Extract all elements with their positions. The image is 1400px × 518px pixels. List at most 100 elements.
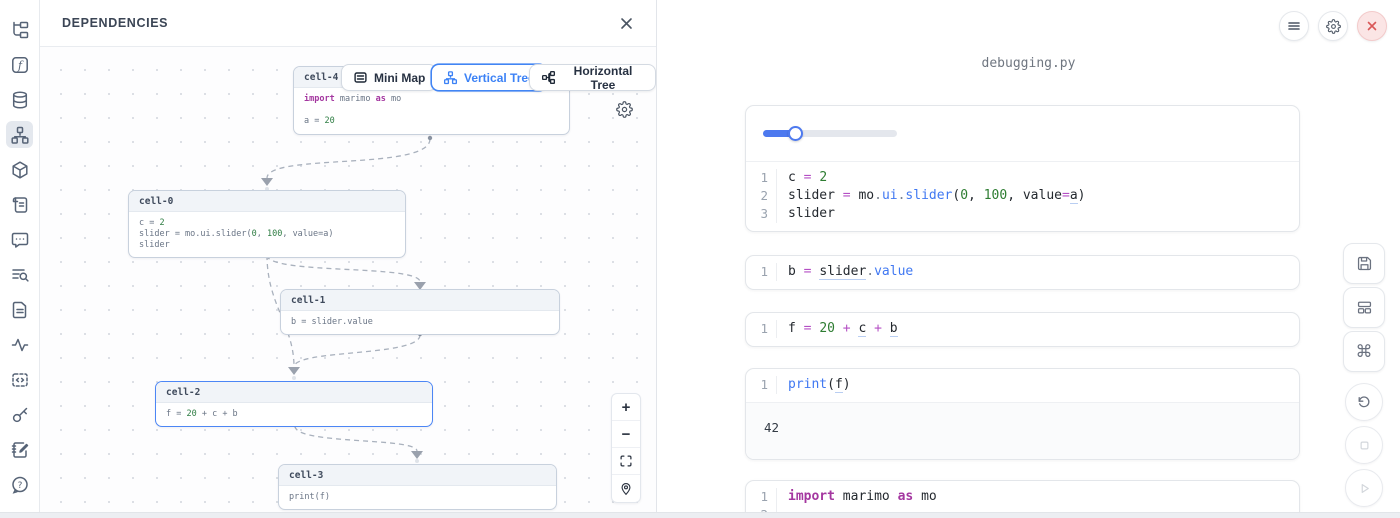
code-editor[interactable]: 1c = 22slider = mo.ui.slider(0, 100, val… (746, 162, 1299, 231)
package-icon (10, 160, 30, 180)
bottom-status-strip (0, 512, 1400, 518)
node-code: c = 2slider = mo.ui.slider(0, 100, value… (129, 212, 405, 257)
settings-button[interactable] (1318, 11, 1348, 41)
sidebar-item-scratchpad[interactable] (6, 366, 33, 393)
svg-text:?: ? (17, 481, 22, 491)
code-editor[interactable]: 1print(f) (746, 369, 1299, 402)
zoom-out-button[interactable]: − (612, 421, 640, 448)
sidebar-item-secrets[interactable] (6, 401, 33, 428)
node-title: cell-3 (279, 465, 556, 486)
graph-node-cell-2[interactable]: cell-2 f = 20 + c + b (155, 381, 433, 427)
sidebar-item-tracing[interactable] (6, 331, 33, 358)
graph-zoom-controls: + − (611, 393, 641, 503)
code-editor[interactable]: 1f = 20 + c + b (746, 313, 1299, 346)
notebook-cell-print[interactable]: 1print(f) 42 (745, 368, 1300, 460)
document-icon (10, 300, 30, 320)
horizontal-tree-label: Horizontal Tree (562, 64, 644, 92)
sidebar-item-functions[interactable]: f (6, 51, 33, 78)
slider-widget[interactable] (763, 126, 897, 141)
close-x-icon (1366, 20, 1378, 32)
center-node-button[interactable] (612, 475, 640, 502)
shutdown-button[interactable] (1357, 11, 1387, 41)
arrowhead (411, 451, 423, 459)
notebook-filename: debugging.py (657, 56, 1400, 71)
zoom-in-button[interactable]: + (612, 394, 640, 421)
vertical-tree-label: Vertical Tree (464, 71, 535, 85)
help-icon: ? (10, 475, 30, 495)
chat-icon (10, 230, 30, 250)
dependencies-icon (10, 125, 30, 145)
node-code: print(f) (279, 486, 556, 509)
notebook-cell-b[interactable]: 1b = slider.value (745, 255, 1300, 290)
undo-icon (1356, 394, 1372, 410)
edge-cell4-cell0 (267, 139, 430, 178)
arrowhead (288, 367, 300, 375)
list-search-icon (10, 265, 30, 285)
notebook-cell-slider[interactable]: 1c = 22slider = mo.ui.slider(0, 100, val… (745, 105, 1300, 232)
layout-button[interactable] (1343, 287, 1385, 328)
sidebar-item-file-tree[interactable] (6, 16, 33, 43)
file-tree-icon (10, 20, 30, 40)
close-icon (619, 16, 634, 31)
target-handle (415, 459, 419, 463)
console-output: 42 (746, 402, 1299, 459)
source-handle (428, 136, 432, 140)
gear-icon (1326, 19, 1341, 34)
notebook-cell-f[interactable]: 1f = 20 + c + b (745, 312, 1300, 347)
edge-cell1-cell2 (294, 335, 420, 367)
minus-icon: − (622, 426, 631, 443)
node-code: import marimo as moa = 20 (294, 88, 569, 133)
target-handle (292, 376, 296, 380)
layout-panels-icon (1356, 299, 1373, 316)
key-icon (10, 405, 30, 425)
run-button[interactable] (1345, 469, 1383, 507)
sidebar-item-datasources[interactable] (6, 86, 33, 113)
functions-icon: f (10, 55, 30, 75)
sidebar-item-chat[interactable] (6, 226, 33, 253)
plus-icon: + (622, 399, 631, 416)
keyboard-shortcuts-button[interactable]: ⌘ (1343, 331, 1385, 372)
command-icon: ⌘ (1356, 342, 1373, 362)
arrowhead (261, 178, 273, 186)
save-icon (1356, 255, 1373, 272)
sidebar-item-packages[interactable] (6, 156, 33, 183)
edge-cell0-cell1 (267, 255, 420, 282)
sidebar-item-help[interactable]: ? (6, 471, 33, 498)
undo-button[interactable] (1345, 383, 1383, 421)
minimap-icon (353, 70, 368, 85)
dependency-graph-canvas[interactable]: cell-4 import marimo as moa = 20 cell-0 … (40, 47, 656, 518)
graph-node-cell-0[interactable]: cell-0 c = 2slider = mo.ui.slider(0, 100… (128, 190, 406, 258)
node-title: cell-1 (281, 290, 559, 311)
sidebar-item-logs[interactable] (6, 191, 33, 218)
graph-node-cell-3[interactable]: cell-3 print(f) (278, 464, 557, 510)
graph-settings-button[interactable] (616, 101, 633, 118)
sidebar-item-outline[interactable] (6, 261, 33, 288)
helper-panel-rail: f ? (0, 0, 40, 518)
horizontal-tree-button[interactable]: Horizontal Tree (529, 64, 656, 91)
stop-icon (1357, 438, 1372, 453)
node-title: cell-0 (129, 191, 405, 212)
svg-text:f: f (16, 59, 23, 72)
fit-view-icon (619, 454, 633, 468)
save-button[interactable] (1343, 243, 1385, 284)
activity-icon (10, 335, 30, 355)
minimap-button[interactable]: Mini Map (341, 64, 437, 91)
close-panel-button[interactable] (619, 16, 634, 31)
database-icon (10, 90, 30, 110)
sidebar-item-snippets[interactable] (6, 296, 33, 323)
slider-handle[interactable] (788, 126, 803, 141)
horizontal-tree-icon (541, 70, 556, 85)
menu-button[interactable] (1279, 11, 1309, 41)
graph-node-cell-1[interactable]: cell-1 b = slider.value (280, 289, 560, 335)
sidebar-item-dependencies[interactable] (6, 121, 33, 148)
sidebar-item-notebook[interactable] (6, 436, 33, 463)
node-code: f = 20 + c + b (156, 403, 432, 426)
dependencies-panel: DEPENDENCIES (40, 0, 657, 518)
cell-output-slider (746, 106, 1299, 162)
gear-icon (616, 101, 633, 118)
stop-button[interactable] (1345, 426, 1383, 464)
dependencies-panel-header: DEPENDENCIES (40, 0, 656, 47)
code-editor[interactable]: 1b = slider.value (746, 256, 1299, 289)
fit-view-button[interactable] (612, 448, 640, 475)
map-pin-icon (619, 482, 633, 496)
